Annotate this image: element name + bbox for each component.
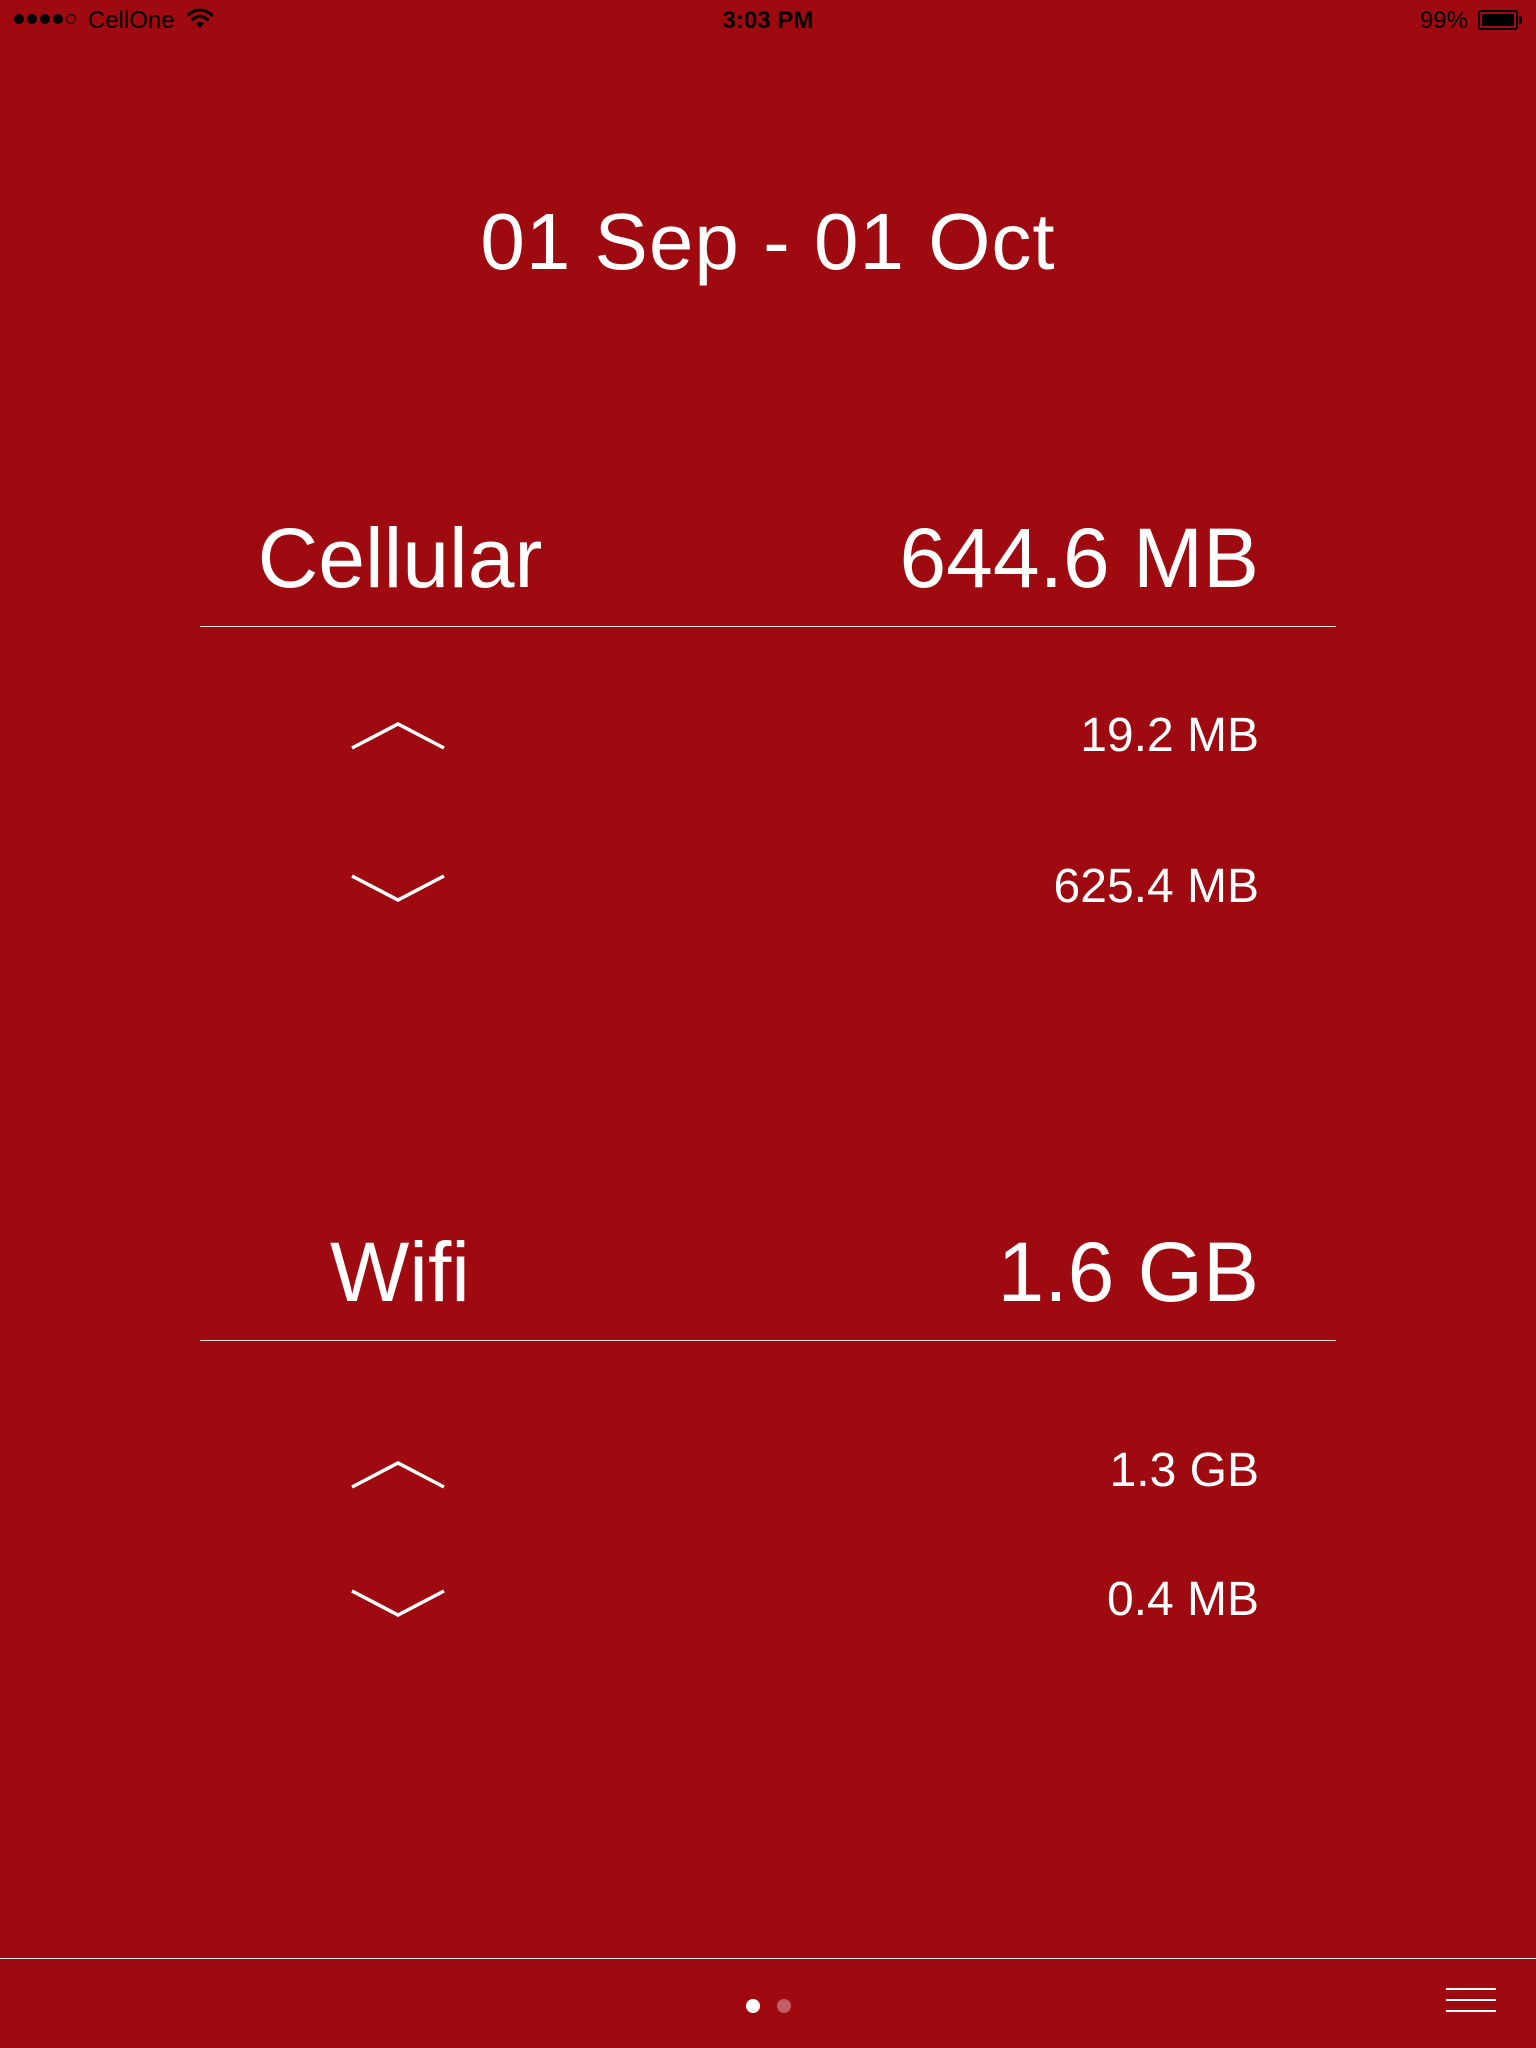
battery-body (1478, 10, 1518, 30)
battery-percentage: 99% (1419, 7, 1468, 34)
battery-icon (1478, 10, 1524, 30)
page-indicator[interactable] (0, 1999, 1536, 2013)
download-chevron-down-icon (351, 874, 445, 902)
cellular-total: 644.6 MB (899, 511, 1259, 605)
menu-icon-line (1446, 2010, 1496, 2012)
wifi-title: Wifi (330, 1225, 470, 1319)
battery-fill (1482, 14, 1514, 26)
download-chevron-down-icon (351, 1589, 445, 1617)
date-range: 01 Sep - 01 Oct (480, 197, 1056, 286)
menu-icon-line (1446, 1988, 1496, 1990)
wifi-upload-value: 1.3 GB (1109, 1444, 1259, 1497)
battery-tip (1519, 16, 1522, 24)
wifi-download-value: 0.4 MB (1106, 1573, 1259, 1626)
menu-button[interactable] (1446, 1988, 1496, 2024)
page-dot-2[interactable] (776, 1999, 791, 2013)
wifi-total: 1.6 GB (997, 1225, 1259, 1319)
upload-chevron-up-icon (351, 722, 445, 750)
status-time: 3:03 PM (722, 7, 814, 34)
cellular-upload-value: 19.2 MB (1080, 709, 1259, 762)
menu-icon-line (1446, 1999, 1496, 2001)
bottom-bar-divider (0, 1958, 1536, 1959)
upload-chevron-up-icon (351, 1461, 445, 1489)
wifi-divider (200, 1340, 1336, 1341)
cellular-title: Cellular (257, 511, 543, 605)
status-bar: CellOne 3:03 PM 99% (0, 0, 1536, 40)
cellular-divider (200, 626, 1336, 627)
cellular-download-value: 625.4 MB (1053, 860, 1259, 913)
page-dot-1[interactable] (745, 1999, 760, 2013)
